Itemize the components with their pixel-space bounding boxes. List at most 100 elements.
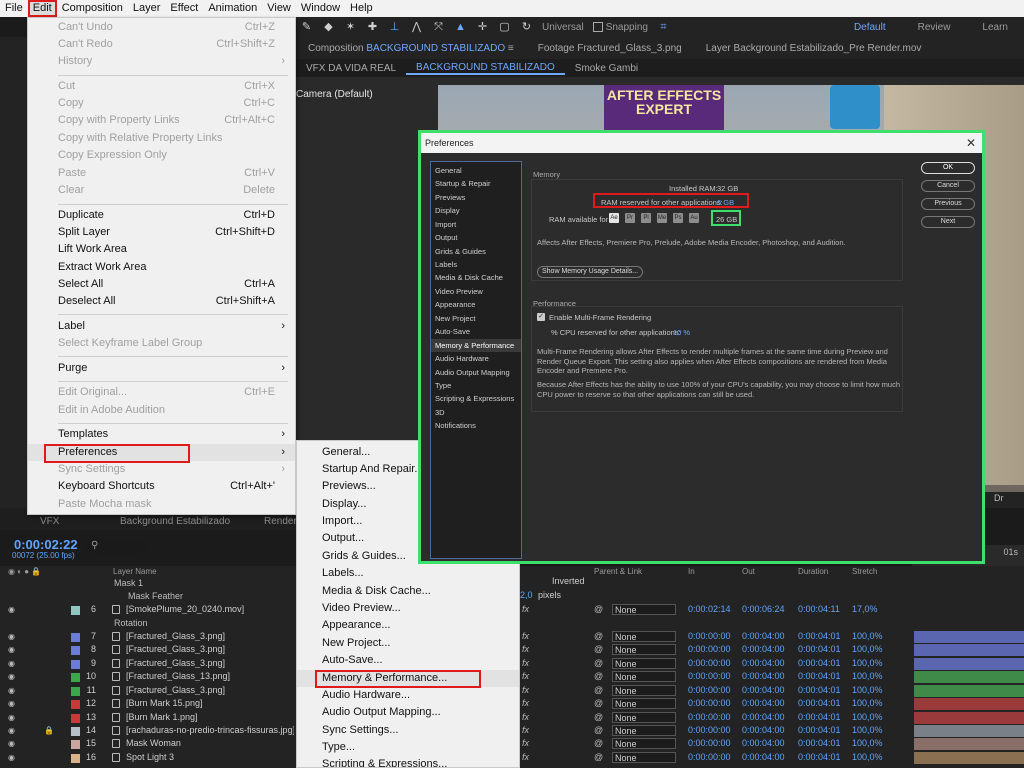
menu-item-edit-audition[interactable]: Edit in Adobe Audition bbox=[28, 402, 295, 419]
layer-bar[interactable] bbox=[914, 752, 1024, 764]
fx-icon[interactable]: fx bbox=[522, 671, 529, 681]
parent-dropdown[interactable]: None bbox=[612, 698, 676, 709]
parent-dropdown[interactable]: None bbox=[612, 752, 676, 763]
mfr-checkbox[interactable]: ✓ bbox=[537, 313, 545, 321]
pickwhip-icon[interactable]: @ bbox=[594, 725, 603, 735]
duration-value[interactable]: 0:00:04:01 bbox=[798, 725, 841, 735]
nav-new-project[interactable]: New Project bbox=[431, 312, 521, 325]
layer-columns-row[interactable]: fx @ None 0:00:00:00 0:00:04:00 0:00:04:01 100… bbox=[520, 738, 1024, 751]
duration-value[interactable]: 0:00:04:01 bbox=[798, 671, 841, 681]
out-value[interactable]: 0:00:04:00 bbox=[742, 752, 785, 762]
layer-columns-row[interactable]: fx @ None 0:00:02:14 0:00:06:24 0:00:04:11 17,… bbox=[520, 604, 1024, 617]
eye-icon[interactable]: ◉ bbox=[8, 632, 15, 641]
menu-item-copy-property-links[interactable]: Copy with Property Links Ctrl+Alt+C bbox=[28, 112, 295, 129]
pickwhip-icon[interactable]: @ bbox=[594, 671, 603, 681]
parent-dropdown[interactable]: None bbox=[612, 658, 676, 669]
eye-icon[interactable]: ◉ bbox=[8, 753, 15, 762]
workspace-review[interactable]: Review bbox=[902, 22, 967, 33]
tab-composition[interactable]: Composition BACKGROUND STABILIZADO ≡ bbox=[296, 43, 526, 54]
cpu-reserved-value[interactable]: 10 % bbox=[673, 328, 690, 337]
fx-icon[interactable]: fx bbox=[522, 698, 529, 708]
move-tool-icon[interactable]: ✛ bbox=[476, 21, 489, 34]
submenu-audio-output-mapping[interactable]: Audio Output Mapping... bbox=[297, 704, 519, 721]
snapping-checkbox[interactable] bbox=[592, 21, 603, 32]
duration-value[interactable]: 0:00:04:01 bbox=[798, 712, 841, 722]
label-color-swatch[interactable] bbox=[71, 714, 80, 723]
label-color-swatch[interactable] bbox=[71, 606, 80, 615]
label-color-swatch[interactable] bbox=[71, 660, 80, 669]
dialog-title-bar[interactable]: Preferences ✕ bbox=[421, 133, 982, 153]
in-value[interactable]: 0:00:00:00 bbox=[688, 738, 731, 748]
label-color-swatch[interactable] bbox=[71, 633, 80, 642]
parent-dropdown[interactable]: None bbox=[612, 738, 676, 749]
layer-name[interactable]: [rachaduras-no-predio-trincas-fissuras.j… bbox=[126, 725, 294, 735]
timeline-search[interactable]: ⚲ bbox=[86, 540, 146, 554]
out-value[interactable]: 0:00:04:00 bbox=[742, 698, 785, 708]
close-icon[interactable]: ✕ bbox=[966, 133, 976, 153]
label-color-swatch[interactable] bbox=[71, 727, 80, 736]
menu-item-redo[interactable]: Can't Redo Ctrl+Shift+Z bbox=[28, 36, 295, 53]
menu-window[interactable]: Window bbox=[296, 0, 345, 17]
layer-name[interactable]: [Burn Mark 15.png] bbox=[126, 698, 203, 708]
layer-name[interactable]: [Fractured_Glass_3.png] bbox=[126, 631, 225, 641]
duration-value[interactable]: 0:00:04:01 bbox=[798, 738, 841, 748]
eye-icon[interactable]: ◉ bbox=[8, 672, 15, 681]
nav-startup-repair[interactable]: Startup & Repair bbox=[431, 177, 521, 190]
out-value[interactable]: 0:00:04:00 bbox=[742, 644, 785, 654]
stretch-value[interactable]: 100,0% bbox=[852, 644, 883, 654]
in-value[interactable]: 0:00:00:00 bbox=[688, 685, 731, 695]
label-color-swatch[interactable] bbox=[71, 687, 80, 696]
menu-item-select-all[interactable]: Select All Ctrl+A bbox=[28, 276, 295, 293]
layer-name[interactable]: [Fractured_Glass_3.png] bbox=[126, 658, 225, 668]
stretch-value[interactable]: 17,0% bbox=[852, 604, 878, 614]
out-value[interactable]: 0:00:04:00 bbox=[742, 671, 785, 681]
stretch-value[interactable]: 100,0% bbox=[852, 658, 883, 668]
nav-scripting-expressions[interactable]: Scripting & Expressions bbox=[431, 392, 521, 405]
next-button[interactable]: Next bbox=[921, 216, 975, 228]
out-value[interactable]: 0:00:04:00 bbox=[742, 712, 785, 722]
out-value[interactable]: 0:00:04:00 bbox=[742, 685, 785, 695]
layer-name[interactable]: [Fractured_Glass_3.png] bbox=[126, 685, 225, 695]
menu-item-edit-original[interactable]: Edit Original... Ctrl+E bbox=[28, 384, 295, 401]
fx-icon[interactable]: fx bbox=[522, 631, 529, 641]
submenu-new-project[interactable]: New Project... bbox=[297, 635, 519, 652]
submenu-scripting-expressions[interactable]: Scripting & Expressions... bbox=[297, 756, 519, 767]
stretch-value[interactable]: 100,0% bbox=[852, 712, 883, 722]
layer-bar[interactable] bbox=[914, 658, 1024, 670]
label-color-swatch[interactable] bbox=[71, 673, 80, 682]
eye-icon[interactable]: ◉ bbox=[8, 605, 15, 614]
menu-item-copy-relative-links[interactable]: Copy with Relative Property Links bbox=[28, 130, 295, 147]
duration-value[interactable]: 0:00:04:01 bbox=[798, 752, 841, 762]
menu-file[interactable]: File bbox=[0, 0, 28, 17]
lock-icon[interactable]: 🔒 bbox=[44, 726, 54, 735]
nav-audio-hardware[interactable]: Audio Hardware bbox=[431, 352, 521, 365]
eye-icon[interactable]: ◉ bbox=[8, 686, 15, 695]
pickwhip-icon[interactable]: @ bbox=[594, 752, 603, 762]
menu-item-paste-mocha[interactable]: Paste Mocha mask bbox=[28, 496, 295, 513]
submenu-audio-hardware[interactable]: Audio Hardware... bbox=[297, 687, 519, 704]
in-value[interactable]: 0:00:00:00 bbox=[688, 658, 731, 668]
show-memory-details-button[interactable]: Show Memory Usage Details... bbox=[537, 266, 644, 278]
tab-footage[interactable]: Footage Fractured_Glass_3.png bbox=[526, 43, 694, 54]
menu-animation[interactable]: Animation bbox=[203, 0, 262, 17]
duration-value[interactable]: 0:00:04:01 bbox=[798, 685, 841, 695]
layer-columns-row[interactable]: fx @ None 0:00:00:00 0:00:04:00 0:00:04:01 100… bbox=[520, 698, 1024, 711]
duration-value[interactable]: 0:00:04:01 bbox=[798, 631, 841, 641]
layer-columns-row[interactable]: fx @ None 0:00:00:00 0:00:04:00 0:00:04:01 100… bbox=[520, 658, 1024, 671]
label-color-swatch[interactable] bbox=[71, 700, 80, 709]
layer-columns-row[interactable]: fx @ None 0:00:00:00 0:00:04:00 0:00:04:01 100… bbox=[520, 685, 1024, 698]
fx-icon[interactable]: fx bbox=[522, 685, 529, 695]
submenu-media-disk-cache[interactable]: Media & Disk Cache... bbox=[297, 583, 519, 600]
in-value[interactable]: 0:00:00:00 bbox=[688, 631, 731, 641]
eye-icon[interactable]: ◉ bbox=[8, 726, 15, 735]
menu-item-clear[interactable]: Clear Delete bbox=[28, 182, 295, 199]
menu-item-purge[interactable]: Purge › bbox=[28, 360, 295, 377]
in-value[interactable]: 0:00:00:00 bbox=[688, 644, 731, 654]
menu-item-extract-work-area[interactable]: Extract Work Area bbox=[28, 259, 295, 276]
layer-name[interactable]: Spot Light 3 bbox=[126, 752, 174, 762]
submenu-auto-save[interactable]: Auto-Save... bbox=[297, 652, 519, 669]
pickwhip-icon[interactable]: @ bbox=[594, 738, 603, 748]
eye-icon[interactable]: ◉ bbox=[8, 739, 15, 748]
stretch-value[interactable]: 100,0% bbox=[852, 752, 883, 762]
col-layer-name[interactable]: Layer Name bbox=[113, 567, 157, 576]
